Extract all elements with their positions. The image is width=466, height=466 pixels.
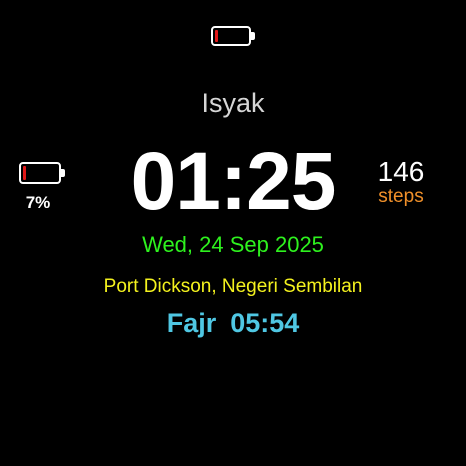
- time-display: 01:25: [130, 136, 337, 227]
- battery-complication-icon[interactable]: [19, 162, 65, 184]
- date-display: Wed, 24 Sep 2025: [142, 232, 324, 257]
- location-label: Port Dickson, Negeri Sembilan: [103, 276, 363, 297]
- battery-level-fill: [23, 166, 26, 180]
- battery-percent[interactable]: 7%: [14, 192, 62, 214]
- battery-tip: [251, 32, 255, 40]
- next-prayer-name: Fajr: [166, 308, 217, 338]
- steps-count[interactable]: 146: [356, 155, 446, 189]
- battery-tip: [61, 169, 65, 177]
- next-prayer-time: 05:54: [230, 308, 300, 338]
- steps-label: steps: [378, 186, 424, 207]
- watch-face: Isyak 7% 01:25 146 steps Wed, 24 Sep 202…: [0, 0, 466, 466]
- battery-level-fill: [215, 30, 218, 42]
- next-prayer[interactable]: Fajr 05:54: [0, 305, 466, 341]
- battery-icon: [211, 26, 255, 48]
- current-prayer-name: Isyak: [201, 88, 265, 118]
